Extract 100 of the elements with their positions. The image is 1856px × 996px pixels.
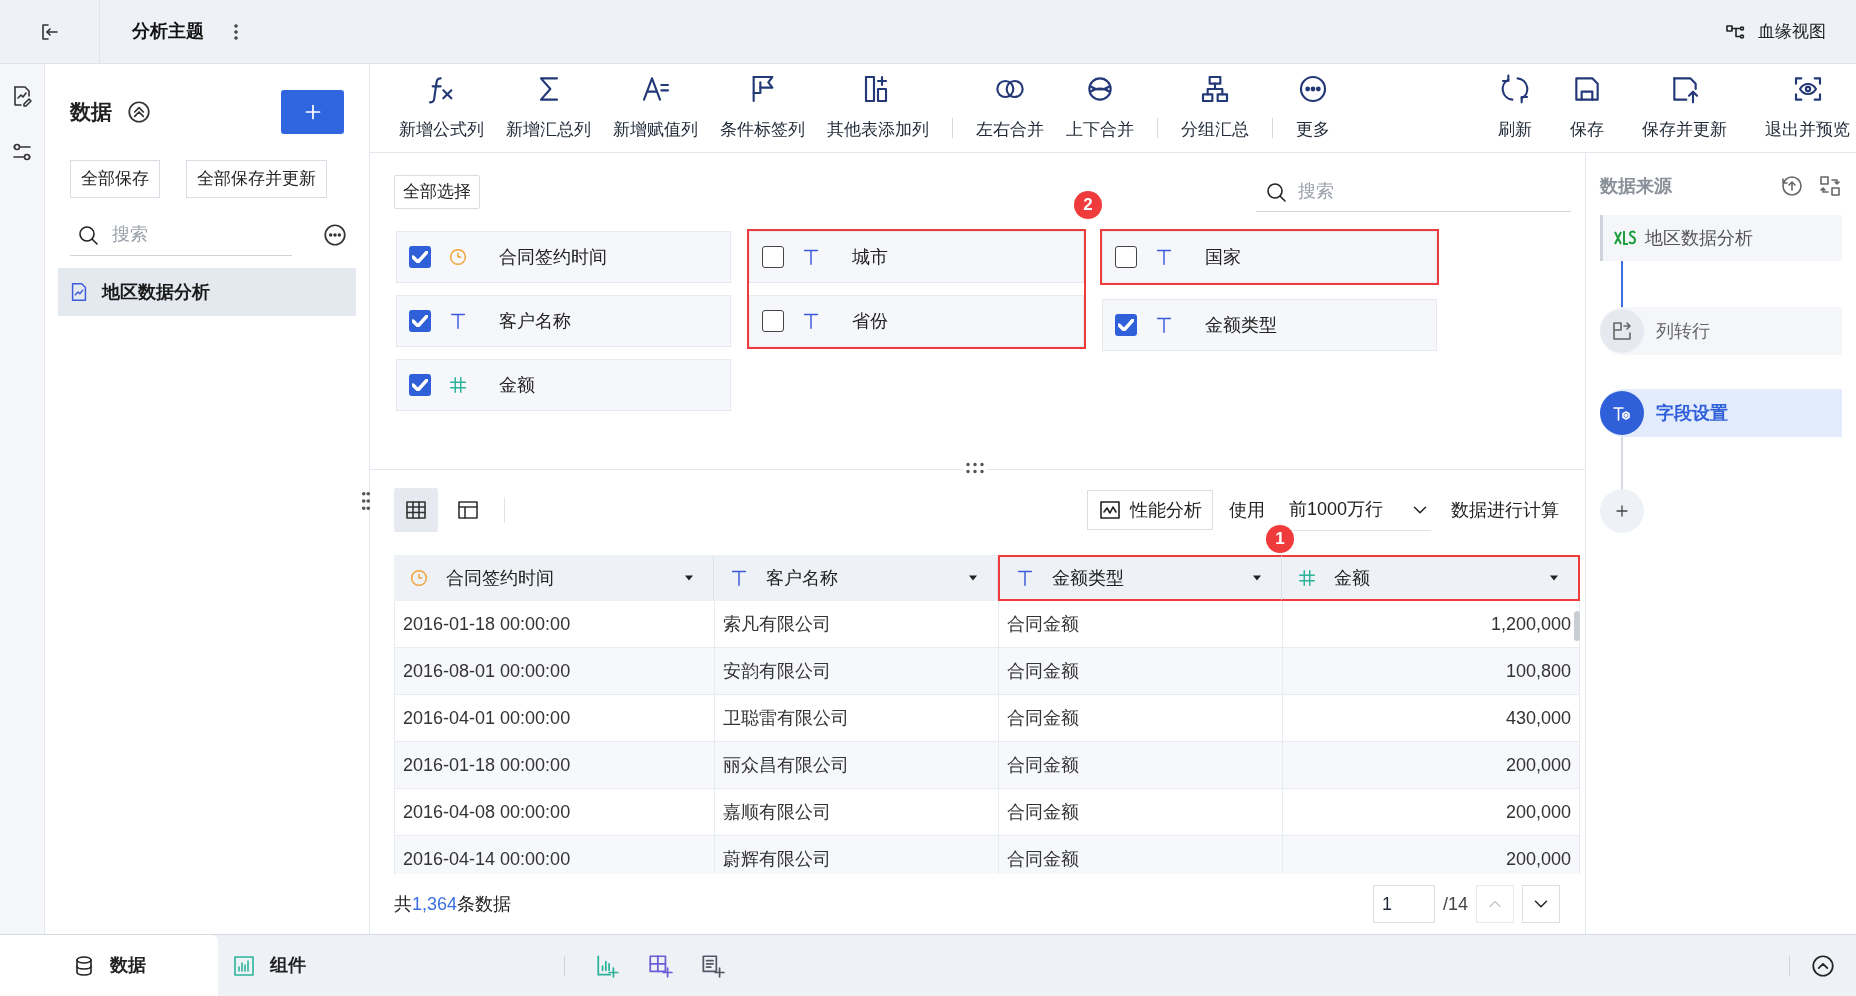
toolbar-button[interactable]: 新增赋值列 (602, 73, 709, 143)
field-card[interactable]: 合同签约时间 (396, 231, 731, 283)
checkbox[interactable] (1115, 314, 1137, 336)
scrollbar-thumb[interactable] (1574, 611, 1580, 641)
table-cell: 合同金额 (998, 789, 1282, 835)
add-component-button[interactable] (647, 952, 673, 979)
add-chart-icon (595, 952, 621, 979)
toolbar-button[interactable]: 新增公式列 (388, 73, 495, 143)
field-card[interactable]: 客户名称 (396, 295, 731, 347)
toolbar-button[interactable]: 条件标签列 (709, 73, 816, 143)
view-toggle-button[interactable] (394, 488, 438, 532)
add-button[interactable] (281, 90, 344, 134)
field-name: 客户名称 (499, 309, 571, 333)
toolbar-button[interactable]: 其他表添加列 (816, 73, 940, 143)
field-name: 国家 (1205, 245, 1241, 269)
table-cell: 卫聪雷有限公司 (714, 695, 998, 741)
checkbox[interactable] (762, 310, 784, 332)
save-all-button[interactable]: 全部保存 (70, 160, 160, 198)
table-cell: 200,000 (1282, 789, 1580, 835)
toolbar-button[interactable]: 分组汇总 (1170, 73, 1260, 143)
table-cell: 2016-04-01 00:00:00 (394, 695, 714, 741)
field-card[interactable]: 国家 (1102, 231, 1437, 283)
table-cell: 430,000 (1282, 695, 1580, 741)
source-item[interactable]: 地区数据分析 (1600, 215, 1842, 261)
bottom-tab[interactable]: 数据 (0, 935, 218, 996)
toolbar-button[interactable]: 退出并预览 (1765, 73, 1850, 143)
field-card[interactable]: 城市 (749, 231, 1084, 283)
table-cell: 200,000 (1282, 742, 1580, 788)
add-component-button[interactable] (699, 952, 725, 979)
history-button[interactable] (1780, 174, 1804, 198)
table-cell: 合同金额 (998, 695, 1282, 741)
toolbar-button[interactable]: 新增汇总列 (495, 73, 602, 143)
checkbox[interactable] (762, 246, 784, 268)
column-header[interactable]: 金额 (1282, 555, 1580, 601)
table-cell: 安韵有限公司 (714, 648, 998, 694)
search-field[interactable]: 搜索 (70, 214, 292, 256)
check-icon (412, 379, 428, 391)
double-chevron-up-icon (126, 99, 152, 125)
upload-circle-icon (1780, 174, 1804, 198)
checkbox[interactable] (409, 310, 431, 332)
step-item[interactable]: 字段设置 (1600, 389, 1842, 437)
table-cell: 2016-04-08 00:00:00 (394, 789, 714, 835)
annotation-badge: 1 (1266, 525, 1294, 553)
row-limit-dropdown[interactable]: 前1000万行 (1289, 489, 1431, 531)
panel-title: 数据 (70, 99, 112, 126)
resize-handle-icon[interactable] (361, 489, 371, 513)
clock-icon (447, 246, 469, 268)
label-text: 使用 (1229, 498, 1265, 522)
table-cell: 合同金额 (998, 836, 1282, 874)
toolbar-button[interactable]: 更多 (1285, 73, 1341, 143)
more-menu-button[interactable] (234, 22, 238, 41)
toolbar-button[interactable]: 刷新 (1498, 73, 1532, 143)
field-card[interactable]: 金额 (396, 359, 731, 411)
bottom-tab[interactable]: 组件 (218, 935, 326, 996)
checkbox[interactable] (1115, 246, 1137, 268)
search-field[interactable]: 搜索 (1256, 172, 1571, 212)
swap-button[interactable] (1818, 174, 1842, 198)
options-button[interactable] (322, 222, 348, 248)
field-card[interactable]: 省份 (749, 295, 1084, 347)
step-item[interactable]: 列转行 (1600, 307, 1842, 355)
field-name: 城市 (852, 245, 888, 269)
table-cell: 2016-01-18 00:00:00 (394, 601, 714, 647)
checkbox[interactable] (409, 374, 431, 396)
table-cell: 2016-04-14 00:00:00 (394, 836, 714, 874)
annotation-badge: 2 (1074, 191, 1102, 219)
collapse-button[interactable] (126, 99, 152, 125)
bar-chart-icon (232, 953, 256, 978)
field-name: 合同签约时间 (499, 245, 607, 269)
toolbar-button[interactable]: 上下合并 (1055, 73, 1145, 143)
number-type-icon (1296, 567, 1318, 589)
column-header[interactable]: 金额类型 (998, 555, 1282, 601)
select-all-button[interactable]: 全部选择 (394, 175, 480, 209)
page-input[interactable]: 1 (1372, 885, 1435, 923)
table-cell: 嘉顺有限公司 (714, 789, 998, 835)
lineage-view-button[interactable]: 血缘视图 (1724, 18, 1826, 45)
refresh-icon (1499, 73, 1531, 106)
table-cell: 合同金额 (998, 601, 1282, 647)
page-count: /14 (1442, 892, 1468, 916)
toolbar-button[interactable]: 保存并更新 (1642, 73, 1727, 143)
drag-handle-icon[interactable] (963, 461, 987, 475)
page-title: 分析主题 (132, 20, 204, 43)
dataset-item[interactable]: 地区数据分析 (58, 268, 356, 316)
more-icon (322, 222, 348, 248)
add-text-icon (699, 952, 725, 979)
performance-analysis-button[interactable]: 性能分析 (1087, 490, 1213, 530)
table-cell: 合同金额 (998, 742, 1282, 788)
expand-button[interactable] (1810, 952, 1836, 979)
table-cell: 索凡有限公司 (714, 601, 998, 647)
layout-icon (456, 498, 480, 522)
toolbar-button[interactable]: 保存 (1570, 73, 1604, 143)
add-table-icon (647, 952, 673, 979)
toolbar-button[interactable]: 左右合并 (965, 73, 1055, 143)
checkbox[interactable] (409, 246, 431, 268)
field-name: 省份 (852, 309, 888, 333)
table-cell: 2016-08-01 00:00:00 (394, 648, 714, 694)
table-cell: 200,000 (1282, 836, 1580, 874)
check-icon (412, 315, 428, 327)
field-card[interactable]: 金额类型 (1102, 299, 1437, 351)
vertical-dots-icon (234, 22, 238, 41)
save-all-button[interactable]: 全部保存并更新 (186, 160, 327, 198)
